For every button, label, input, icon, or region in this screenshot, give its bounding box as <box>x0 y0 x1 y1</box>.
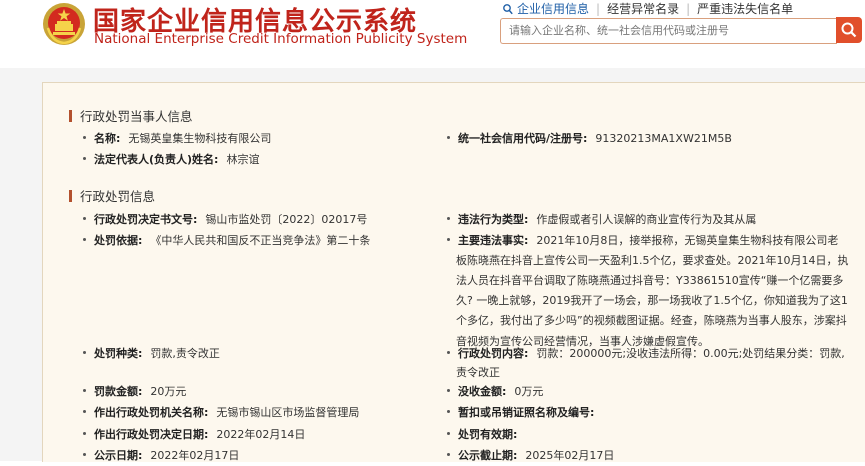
field-main-facts: 主要违法事实: 2021年10月8日，接举报称，无锡英皇集生物科技有限公司老 <box>447 231 838 251</box>
field-credit-code: 统一社会信用代码/注册号: 91320213MA1XW21M5B <box>447 129 732 149</box>
nav-link-abnormal-list[interactable]: 经营异常名录 <box>607 2 679 16</box>
field-publish-date: 公示日期: 2022年02月17日 <box>83 446 239 466</box>
search-input[interactable] <box>501 19 837 42</box>
field-doc-number: 行政处罚决定书文号: 锡山市监处罚〔2022〕02017号 <box>83 210 367 230</box>
search-box <box>500 18 837 44</box>
field-license: 暂扣或吊销证照名称及编号: <box>447 403 602 423</box>
field-confiscated-amount: 没收金额: 0万元 <box>447 382 543 402</box>
national-emblem-icon <box>43 3 85 45</box>
field-penalty-content: 行政处罚内容: 罚款：200000元;没收违法所得：0.00元;处罚结果分类：罚款… <box>447 344 845 364</box>
magnifier-icon <box>503 4 513 15</box>
main-facts-line: 久? 一晚上就够，2019我开了一场会，那一场我收了1.5个亿，你知道我为了这1 <box>456 294 848 307</box>
field-name: 名称: 无锡英皇集生物科技有限公司 <box>83 129 271 149</box>
site-subtitle: National Enterprise Credit Information P… <box>94 31 468 47</box>
search-button[interactable] <box>836 17 862 43</box>
section-title-party: 行政处罚当事人信息 <box>69 106 193 125</box>
field-authority: 作出行政处罚机关名称: 无锡市锡山区市场监督管理局 <box>83 403 359 423</box>
main-facts-line: 板陈晓燕在抖音上宣传公司一天盈利1.5个亿，要求查处。2021年10月14日，执 <box>456 254 849 267</box>
top-nav: 企业信用信息 | 经营异常名录 | 严重违法失信名单 <box>503 0 793 17</box>
main-facts-line: 法人员在抖音平台调取了陈晓燕通过抖音号：Y33861510宣传“赚一个亿需要多 <box>456 274 844 287</box>
field-publish-end: 公示截止期: 2025年02月17日 <box>447 446 614 466</box>
field-penalty-kind: 处罚种类: 罚款,责令改正 <box>83 344 220 364</box>
main-facts-line: 个多亿，我付出了多少吗”的视频截图证据。经查，陈晓燕为当事人股东，涉案抖 <box>456 314 847 327</box>
nav-link-blacklist[interactable]: 严重违法失信名单 <box>697 2 793 16</box>
field-legal-rep: 法定代表人(负责人)姓名: 林宗谊 <box>83 150 259 170</box>
field-fine-amount: 罚款金额: 20万元 <box>83 382 186 402</box>
search-icon <box>841 22 857 38</box>
site-header: 国家企业信用信息公示系统 National Enterprise Credit … <box>0 0 865 68</box>
section-title-penalty: 行政处罚信息 <box>69 186 155 205</box>
nav-link-credit-info[interactable]: 企业信用信息 <box>517 2 589 16</box>
penalty-content-line: 责令改正 <box>456 366 500 379</box>
field-validity: 处罚有效期: <box>447 425 525 445</box>
detail-panel: 行政处罚当事人信息 名称: 无锡英皇集生物科技有限公司 统一社会信用代码/注册号:… <box>42 82 865 462</box>
field-violation-type: 违法行为类型: 作虚假或者引人误解的商业宣传行为及其从属 <box>447 210 756 230</box>
field-penalty-basis: 处罚依据: 《中华人民共和国反不正当竞争法》第二十条 <box>83 231 370 251</box>
field-decision-date: 作出行政处罚决定日期: 2022年02月14日 <box>83 425 305 445</box>
